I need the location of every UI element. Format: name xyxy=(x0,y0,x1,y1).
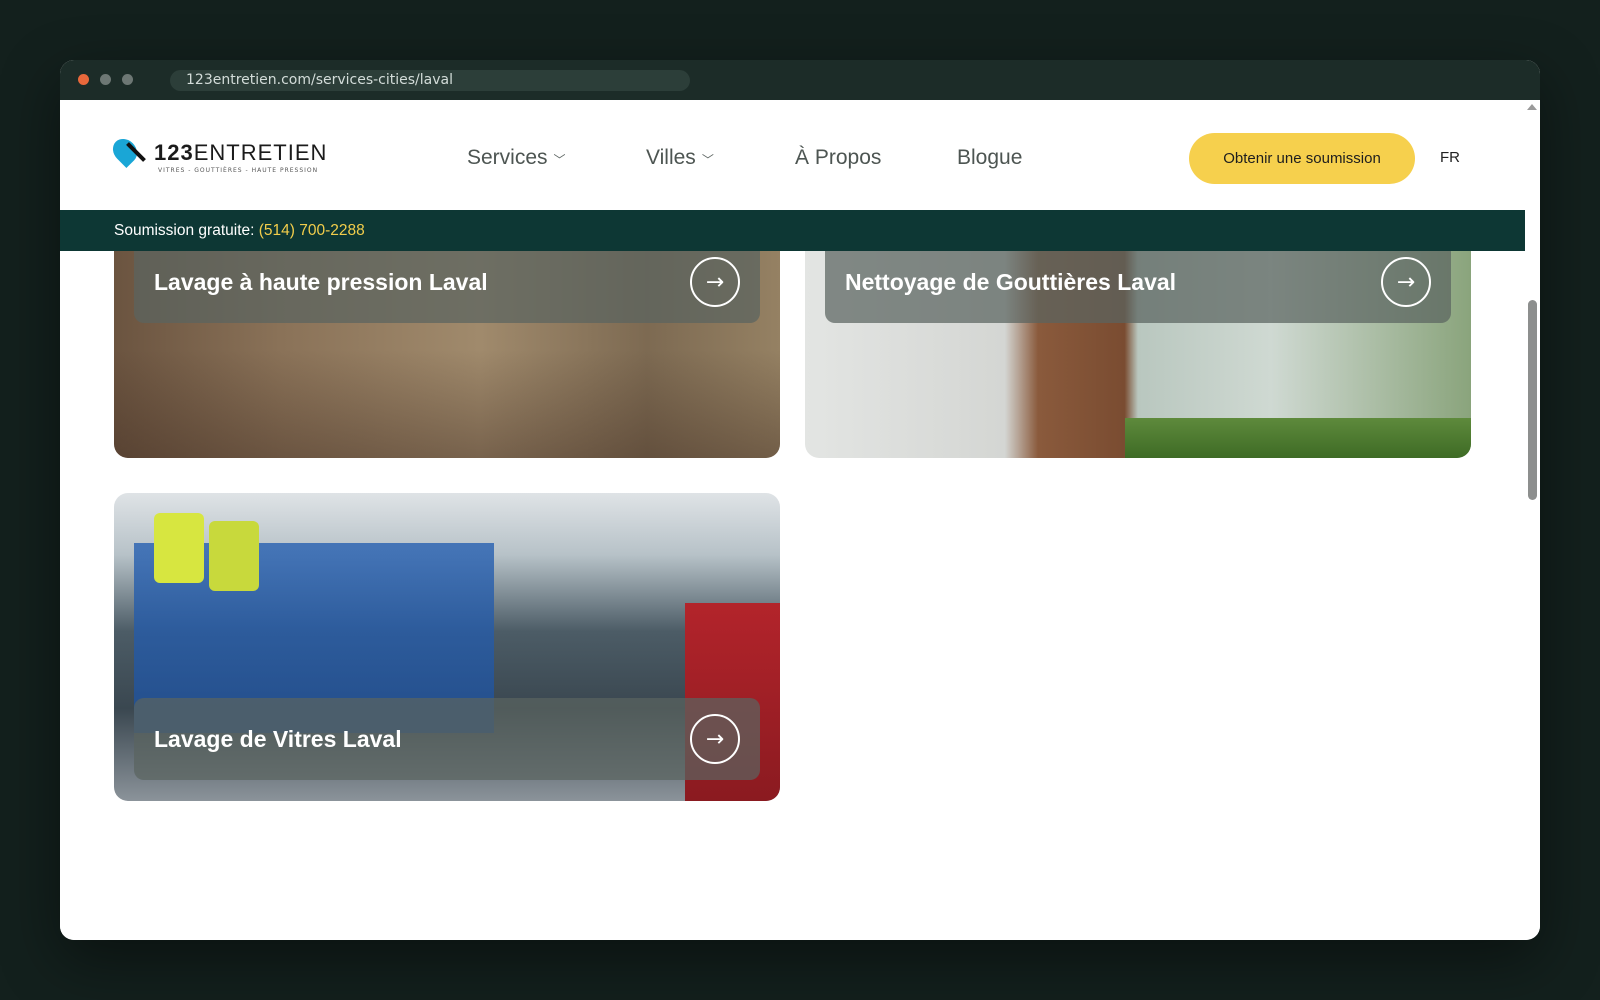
maximize-window-dot[interactable] xyxy=(122,74,133,85)
arrow-right-icon[interactable]: → xyxy=(690,257,740,307)
logo-wordmark: 123ENTRETIEN xyxy=(154,140,328,165)
scrollbar-thumb[interactable] xyxy=(1528,300,1537,500)
nav-item-services[interactable]: Services ﹀ xyxy=(467,146,566,170)
site-header: 123ENTRETIEN VITRES - GOUTTIÈRES - HAUTE… xyxy=(60,100,1525,210)
minimize-window-dot[interactable] xyxy=(100,74,111,85)
card-title: Lavage de Vitres Laval xyxy=(154,725,402,752)
chevron-down-icon: ﹀ xyxy=(701,153,714,167)
arrow-right-icon[interactable]: → xyxy=(1381,257,1431,307)
card-overlay: Lavage de Vitres Laval → xyxy=(134,698,760,780)
phone-link[interactable]: (514) 700-2288 xyxy=(259,222,365,239)
card-overlay: Nettoyage de Gouttières Laval → xyxy=(825,241,1451,323)
chevron-down-icon: ﹀ xyxy=(553,153,566,167)
nav-item-blogue[interactable]: Blogue xyxy=(957,146,1022,170)
logo-tagline: VITRES - GOUTTIÈRES - HAUTE PRESSION xyxy=(158,167,319,174)
service-card-window-washing[interactable]: Lavage de Vitres Laval → xyxy=(114,493,780,801)
close-window-dot[interactable] xyxy=(78,74,89,85)
url-bar[interactable]: 123entretien.com/services-cities/laval xyxy=(170,70,690,91)
card-title: Lavage à haute pression Laval xyxy=(154,268,488,295)
nav-item-a-propos[interactable]: À Propos xyxy=(795,146,881,170)
site-logo[interactable]: 123ENTRETIEN VITRES - GOUTTIÈRES - HAUTE… xyxy=(108,134,326,180)
card-overlay: Lavage à haute pression Laval → xyxy=(134,241,760,323)
free-quote-label: Soumission gratuite: xyxy=(114,222,255,239)
language-switcher[interactable]: FR xyxy=(1440,149,1460,166)
scroll-up-arrow[interactable] xyxy=(1527,104,1537,110)
free-quote-bar: Soumission gratuite: (514) 700-2288 xyxy=(60,210,1525,251)
arrow-right-icon[interactable]: → xyxy=(690,714,740,764)
get-quote-button[interactable]: Obtenir une soumission xyxy=(1189,133,1415,184)
browser-titlebar: 123entretien.com/services-cities/laval xyxy=(60,60,1540,100)
page-viewport: Lavage à haute pression Laval → Nettoyag… xyxy=(60,100,1540,940)
card-title: Nettoyage de Gouttières Laval xyxy=(845,268,1177,295)
browser-window: 123entretien.com/services-cities/laval L… xyxy=(60,60,1540,940)
nav-item-villes[interactable]: Villes ﹀ xyxy=(646,146,714,170)
